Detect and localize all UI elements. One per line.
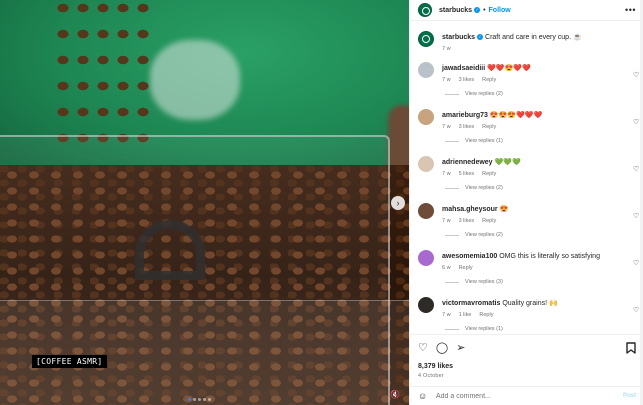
view-replies-label: View replies (2) <box>465 232 503 238</box>
avatar[interactable] <box>418 62 434 78</box>
comment-age: 7 w <box>442 218 451 224</box>
starbucks-logo-blurred <box>150 40 240 120</box>
reply-button[interactable]: Reply <box>479 312 493 318</box>
post-panel: starbucks ✓ • Follow ••• starbucks ✓ Craft… <box>409 0 643 405</box>
reply-button[interactable]: Reply <box>482 77 496 83</box>
comment-text: OMG this is literally so satisfying <box>499 253 600 260</box>
comment-text: 😍😍😍❤️❤️❤️ <box>489 112 543 119</box>
comment-likes[interactable]: 3 likes <box>459 218 475 224</box>
view-replies-button[interactable]: View replies (2) <box>442 185 632 191</box>
separator-dot: • <box>483 6 486 14</box>
comment-likes[interactable]: 5 likes <box>459 171 475 177</box>
heart-icon[interactable]: ♡ <box>633 166 640 173</box>
media-caption-tag: [COFFEE ASMR] <box>32 355 107 368</box>
avatar[interactable] <box>418 203 434 219</box>
avatar[interactable] <box>418 297 434 313</box>
verified-icon: ✓ <box>474 6 481 13</box>
bookmark-icon[interactable] <box>626 342 636 357</box>
post-header: starbucks ✓ • Follow ••• <box>410 0 643 21</box>
bin-front-glass <box>0 300 409 405</box>
emoji-icon[interactable]: ☺ <box>418 391 430 401</box>
caption-age: 7 w <box>442 46 451 52</box>
comment-age: 7 w <box>442 124 451 130</box>
more-options-icon[interactable]: ••• <box>625 5 636 15</box>
heart-icon[interactable]: ♡ <box>633 72 640 79</box>
follow-button[interactable]: Follow <box>489 7 511 14</box>
carousel-dot <box>193 398 196 401</box>
post-button[interactable]: Post <box>623 393 636 399</box>
heart-icon[interactable]: ♡ <box>418 343 428 354</box>
carousel-dots <box>188 398 211 401</box>
post-date: 4 October <box>418 373 444 379</box>
carousel-dot <box>198 398 201 401</box>
likes-count[interactable]: 8,379 likes <box>418 363 453 370</box>
heart-icon[interactable]: ♡ <box>633 119 640 126</box>
carousel-dot <box>208 398 211 401</box>
view-replies-button[interactable]: View replies (1) <box>442 138 632 144</box>
view-replies-label: View replies (1) <box>465 326 503 332</box>
comment-age: 7 w <box>442 77 451 83</box>
post-media[interactable]: [COFFEE ASMR] › 🔇 <box>0 0 409 405</box>
comment-likes[interactable]: 3 likes <box>459 77 475 83</box>
view-replies-button[interactable]: View replies (1) <box>442 326 632 332</box>
header-username[interactable]: starbucks <box>439 7 472 14</box>
reply-button[interactable]: Reply <box>482 124 496 130</box>
mute-icon[interactable]: 🔇 <box>390 390 400 399</box>
reply-button[interactable]: Reply <box>482 171 496 177</box>
comment-likes[interactable]: 1 like <box>459 312 472 318</box>
comment-text: Quality grains! 🙌 <box>502 300 558 307</box>
verified-icon: ✓ <box>477 34 484 41</box>
reply-button[interactable]: Reply <box>459 265 473 271</box>
heart-icon[interactable]: ♡ <box>633 307 640 314</box>
avatar[interactable] <box>418 250 434 266</box>
comment-username[interactable]: jawadsaeidiii <box>442 65 485 72</box>
add-comment-bar: ☺ Post <box>410 386 643 405</box>
next-arrow-icon[interactable]: › <box>391 196 405 210</box>
view-replies-label: View replies (2) <box>465 185 503 191</box>
comment-age: 7 w <box>442 171 451 177</box>
comments-list[interactable]: starbucks ✓ Craft and care in every cup. … <box>410 21 643 334</box>
reply-button[interactable]: Reply <box>482 218 496 224</box>
view-replies-label: View replies (3) <box>465 279 503 285</box>
view-replies-button[interactable]: View replies (2) <box>442 232 632 238</box>
heart-icon[interactable]: ♡ <box>633 260 640 267</box>
caption-text: Craft and care in every cup. ☕ <box>485 34 582 41</box>
comment-text: ❤️❤️😍❤️❤️ <box>487 65 531 72</box>
comment-username[interactable]: mahsa.gheysour <box>442 206 498 213</box>
comment-likes[interactable]: 3 likes <box>459 124 475 130</box>
avatar[interactable] <box>418 31 434 47</box>
comment-age: 7 w <box>442 312 451 318</box>
heart-icon[interactable]: ♡ <box>633 213 640 220</box>
comment-username[interactable]: awesomemia100 <box>442 253 497 260</box>
comment-username[interactable]: amarieburg73 <box>442 112 488 119</box>
view-replies-button[interactable]: View replies (3) <box>442 279 632 285</box>
comment-username[interactable]: victormavromatis <box>442 300 500 307</box>
caption-username[interactable]: starbucks <box>442 34 475 41</box>
view-replies-label: View replies (2) <box>465 91 503 97</box>
comment-input[interactable] <box>436 392 616 400</box>
view-replies-button[interactable]: View replies (2) <box>442 91 632 97</box>
comment-text: 😍 <box>499 206 509 213</box>
carousel-dot <box>203 398 206 401</box>
action-bar: ♡ ◯ ➢ 8,379 likes 4 October <box>410 334 643 386</box>
view-replies-label: View replies (1) <box>465 138 503 144</box>
comment-username[interactable]: adriennedewey <box>442 159 493 166</box>
avatar[interactable] <box>418 156 434 172</box>
comment-icon[interactable]: ◯ <box>436 343 448 354</box>
avatar[interactable] <box>418 109 434 125</box>
comment-text: 💚💚💚 <box>494 159 521 166</box>
comment-age: 6 w <box>442 265 451 271</box>
share-icon[interactable]: ➢ <box>456 343 465 354</box>
carousel-dot <box>188 398 191 401</box>
avatar[interactable] <box>418 3 432 17</box>
